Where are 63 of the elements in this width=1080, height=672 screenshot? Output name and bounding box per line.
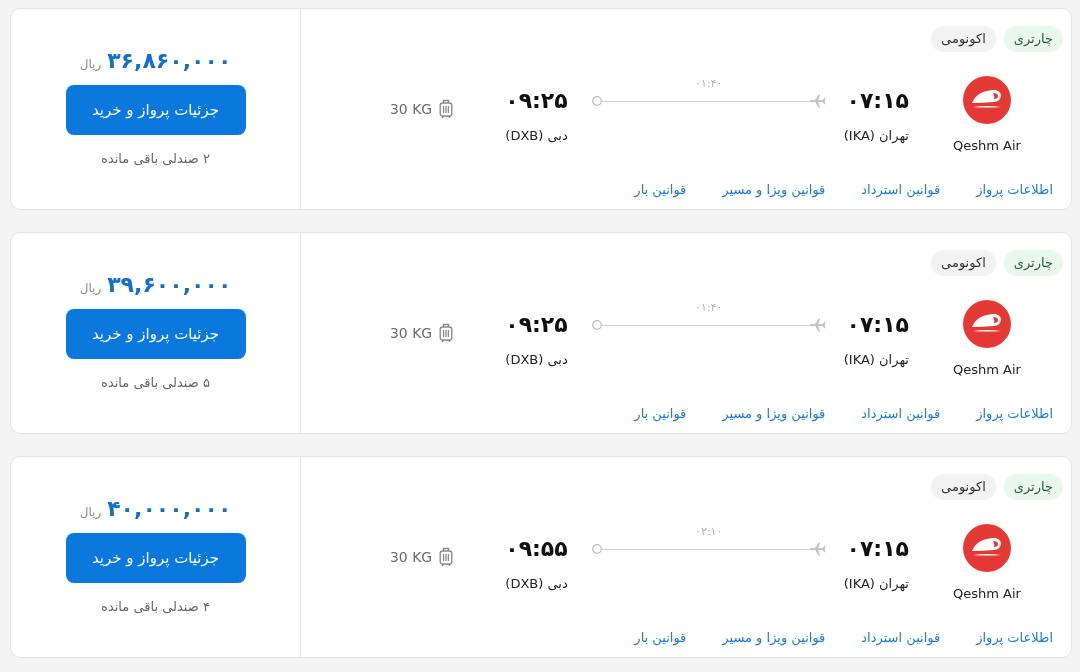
details-and-buy-button[interactable]: جزئیات پرواز و خرید — [65, 309, 246, 359]
departure-city: تهران (IKA) — [843, 127, 909, 145]
arrival-city: دبی (DXB) — [505, 575, 568, 593]
currency-label: ریال — [79, 505, 102, 519]
rules-link[interactable]: قوانین ویزا و مسیر — [722, 404, 826, 424]
rules-link[interactable]: اطلاعات پرواز — [976, 404, 1053, 424]
airline-logo — [963, 524, 1011, 572]
flight-tag: چارتری — [1003, 474, 1063, 500]
flight-duration: ۰۲:۱۰ — [695, 525, 723, 539]
flight-tag: اکونومی — [931, 474, 996, 500]
departure-city: تهران (IKA) — [843, 575, 909, 593]
suitcase-icon — [439, 323, 454, 343]
departure-time: ۰۷:۱۵ — [846, 536, 909, 562]
rules-link[interactable]: قوانین استرداد — [861, 628, 941, 648]
details-and-buy-button[interactable]: جزئیات پرواز و خرید — [65, 533, 246, 583]
baggage-allowance: 30 KG — [389, 100, 433, 119]
departure-time: ۰۷:۱۵ — [846, 88, 909, 114]
seats-remaining: ۴ صندلی باقی مانده — [101, 598, 210, 616]
rules-link[interactable]: قوانین بار — [634, 404, 687, 424]
suitcase-icon — [439, 99, 454, 119]
flight-duration: ۰۱:۴۰ — [695, 301, 723, 315]
flight-tag: اکونومی — [931, 250, 996, 276]
details-and-buy-button[interactable]: جزئیات پرواز و خرید — [65, 85, 246, 135]
arrival-time: ۰۹:۲۵ — [505, 312, 568, 338]
rules-link[interactable]: قوانین استرداد — [861, 404, 941, 424]
endpoint-icon — [591, 320, 602, 330]
airline-logo — [963, 76, 1011, 124]
airplane-icon — [808, 542, 826, 556]
arrival-city: دبی (DXB) — [505, 127, 568, 145]
suitcase-icon — [439, 547, 454, 567]
airplane-icon — [808, 94, 826, 108]
flight-duration: ۰۱:۴۰ — [695, 77, 723, 91]
price: ۴۰,۰۰۰,۰۰۰ — [107, 495, 232, 523]
departure-time: ۰۷:۱۵ — [846, 312, 909, 338]
rules-link[interactable]: قوانین استرداد — [861, 180, 941, 200]
endpoint-icon — [591, 96, 602, 106]
baggage-allowance: 30 KG — [389, 324, 433, 343]
baggage-allowance: 30 KG — [389, 548, 433, 567]
arrival-city: دبی (DXB) — [505, 351, 568, 369]
arrival-time: ۰۹:۵۵ — [505, 536, 568, 562]
price: ۳۶,۸۶۰,۰۰۰ — [107, 47, 232, 75]
rules-link[interactable]: اطلاعات پرواز — [976, 180, 1053, 200]
arrival-time: ۰۹:۲۵ — [505, 88, 568, 114]
airline-logo — [963, 300, 1011, 348]
price: ۳۹,۶۰۰,۰۰۰ — [107, 271, 232, 299]
rules-link[interactable]: اطلاعات پرواز — [976, 628, 1053, 648]
airline-name: Qeshm Air — [953, 361, 1021, 379]
flight-tag: اکونومی — [931, 26, 996, 52]
rules-link[interactable]: قوانین ویزا و مسیر — [722, 180, 826, 200]
endpoint-icon — [591, 544, 602, 554]
currency-label: ریال — [79, 57, 102, 71]
flight-tag: چارتری — [1003, 26, 1063, 52]
departure-city: تهران (IKA) — [843, 351, 909, 369]
airplane-icon — [808, 318, 826, 332]
seats-remaining: ۵ صندلی باقی مانده — [101, 374, 210, 392]
flight-tag: چارتری — [1003, 250, 1063, 276]
rules-link[interactable]: قوانین بار — [634, 180, 687, 200]
rules-link[interactable]: قوانین بار — [634, 628, 687, 648]
currency-label: ریال — [79, 281, 102, 295]
airline-name: Qeshm Air — [953, 585, 1021, 603]
rules-link[interactable]: قوانین ویزا و مسیر — [722, 628, 826, 648]
airline-name: Qeshm Air — [953, 137, 1021, 155]
seats-remaining: ۲ صندلی باقی مانده — [101, 150, 210, 168]
